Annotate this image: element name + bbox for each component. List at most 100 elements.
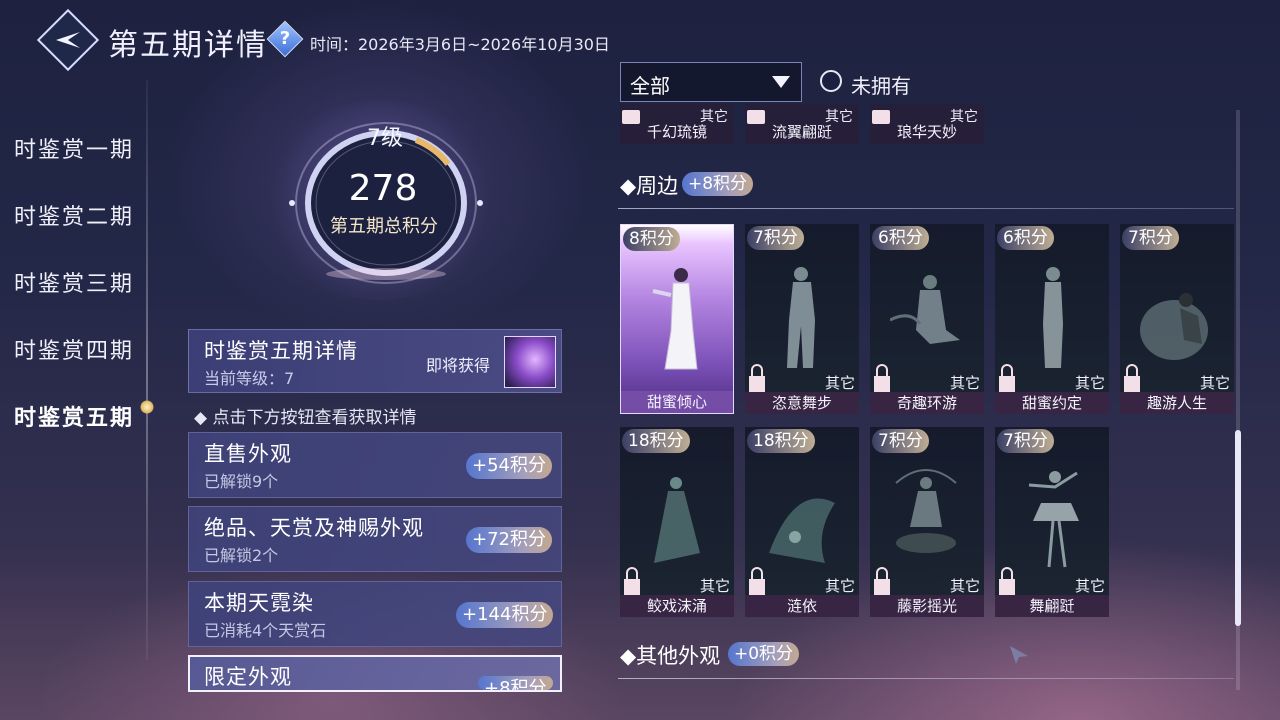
list-item[interactable]: 其它 流翼翩跹 bbox=[745, 104, 859, 144]
category-sub: 已解锁9个 bbox=[204, 472, 279, 491]
total-score: 278 bbox=[348, 168, 418, 209]
item-kind: 其它 bbox=[1074, 374, 1105, 392]
figure-icon bbox=[787, 267, 815, 368]
outfit-card[interactable]: 18积分 其它 涟依 bbox=[745, 427, 859, 617]
item-name: 流翼翩跹 bbox=[771, 123, 832, 141]
lock-icon bbox=[874, 567, 890, 595]
figure-icon bbox=[895, 469, 957, 553]
item-name: 千幻琉镜 bbox=[646, 123, 707, 141]
figure-icon bbox=[769, 498, 835, 563]
back-arrow-icon bbox=[56, 32, 80, 48]
section-divider bbox=[618, 678, 1234, 679]
outfit-name: 涟依 bbox=[745, 595, 859, 617]
points-badge: 7积分 bbox=[872, 429, 929, 453]
category-title: 绝品、天赏及神赐外观 bbox=[204, 516, 424, 540]
outfit-card[interactable]: 6积分 其它 奇趣环游 bbox=[870, 224, 984, 414]
category-points-badge: +72积分 bbox=[466, 527, 552, 553]
figure-icon bbox=[1043, 267, 1063, 368]
hint-text: ◆ 点击下方按钮查看获取详情 bbox=[194, 408, 417, 428]
figure-icon bbox=[1140, 293, 1208, 360]
not-owned-radio[interactable] bbox=[820, 70, 842, 92]
outfit-card[interactable]: 7积分 其它 舞翩跹 bbox=[995, 427, 1109, 617]
outfit-name: 趣游人生 bbox=[1120, 392, 1234, 414]
back-button[interactable] bbox=[36, 8, 100, 72]
section-points-badge: +8积分 bbox=[682, 172, 754, 196]
page-title: 第五期详情 bbox=[108, 28, 268, 63]
points-badge: 6积分 bbox=[997, 226, 1054, 250]
figure-icon bbox=[652, 268, 698, 370]
not-owned-label: 未拥有 bbox=[851, 74, 911, 98]
outfit-card[interactable]: 6积分 其它 甜蜜约定 bbox=[995, 224, 1109, 414]
help-glyph: ? bbox=[279, 28, 291, 49]
section-other-title: ◆其他外观 bbox=[620, 644, 721, 668]
category-sub: 已解锁2个 bbox=[204, 546, 279, 565]
item-kind: 其它 bbox=[1074, 577, 1105, 595]
outfit-name: 舞翩跹 bbox=[995, 595, 1109, 617]
outfit-name: 鲛戏沫涌 bbox=[620, 595, 734, 617]
points-badge: 7积分 bbox=[1122, 226, 1179, 250]
category-sub: 已消耗4个天赏石 bbox=[204, 621, 327, 640]
total-score-label: 第五期总积分 bbox=[330, 216, 438, 237]
lock-icon bbox=[749, 567, 765, 595]
current-level: 当前等级：7 bbox=[204, 369, 295, 388]
nav-item-period-5[interactable]: 时鉴赏五期 bbox=[14, 400, 134, 432]
figure-icon bbox=[1028, 471, 1079, 568]
lock-icon bbox=[874, 364, 890, 392]
section-title-text: 其他外观 bbox=[636, 644, 721, 668]
list-item[interactable]: 其它 千幻琉镜 bbox=[620, 104, 734, 144]
active-marker-icon bbox=[140, 400, 154, 414]
lock-icon bbox=[1124, 364, 1140, 392]
points-badge: 7积分 bbox=[997, 429, 1054, 453]
outfit-card[interactable]: 7积分 其它 趣游人生 bbox=[1120, 224, 1234, 414]
hint-label: 点击下方按钮查看获取详情 bbox=[212, 408, 417, 428]
section-divider bbox=[618, 208, 1234, 209]
item-kind: 其它 bbox=[949, 374, 980, 392]
figure-icon bbox=[890, 275, 960, 344]
lock-icon bbox=[749, 364, 765, 392]
lock-icon bbox=[999, 567, 1015, 595]
outfit-card[interactable]: 8积分 甜蜜倾心 bbox=[620, 224, 734, 414]
category-title: 直售外观 bbox=[204, 442, 292, 466]
outfit-name: 甜蜜倾心 bbox=[621, 391, 733, 413]
section-points-badge: +0积分 bbox=[728, 642, 800, 666]
lock-icon bbox=[624, 567, 640, 595]
list-item[interactable]: 其它 琅华天妙 bbox=[870, 104, 984, 144]
filter-selected: 全部 bbox=[630, 74, 670, 98]
cursor-icon bbox=[1010, 646, 1028, 664]
lock-icon bbox=[999, 364, 1015, 392]
category-title: 限定外观 bbox=[204, 665, 292, 689]
item-name: 琅华天妙 bbox=[896, 123, 957, 141]
section-periphery-title: ◆周边 bbox=[620, 174, 679, 198]
nav-item-period-3[interactable]: 时鉴赏三期 bbox=[14, 266, 134, 298]
outfit-card[interactable]: 7积分 其它 恣意舞步 bbox=[745, 224, 859, 414]
points-badge: 18积分 bbox=[622, 429, 690, 453]
points-badge: 18积分 bbox=[747, 429, 815, 453]
period-detail-title: 时鉴赏五期详情 bbox=[204, 339, 358, 363]
category-title: 本期天霓染 bbox=[204, 591, 314, 615]
points-badge: 8积分 bbox=[623, 227, 680, 251]
category-points-badge: +144积分 bbox=[456, 602, 554, 628]
item-kind: 其它 bbox=[824, 374, 855, 392]
outfit-name: 恣意舞步 bbox=[745, 392, 859, 414]
chevron-down-icon bbox=[772, 76, 790, 88]
level-text: 7级 bbox=[367, 126, 403, 151]
outfit-name: 奇趣环游 bbox=[870, 392, 984, 414]
item-kind: 其它 bbox=[824, 577, 855, 595]
outfit-list[interactable]: 其它 千幻琉镜 其它 流翼翩跹 其它 琅华天妙 ◆周边 +8积分 8积分 甜蜜倾… bbox=[618, 104, 1234, 690]
points-badge: 6积分 bbox=[872, 226, 929, 250]
nav-item-period-4[interactable]: 时鉴赏四期 bbox=[14, 333, 134, 365]
nav-divider bbox=[146, 80, 148, 660]
upcoming-reward-label: 即将获得 bbox=[426, 356, 491, 375]
figure-icon bbox=[654, 477, 700, 563]
nav-item-period-1[interactable]: 时鉴赏一期 bbox=[14, 132, 134, 164]
scrollbar-thumb[interactable] bbox=[1235, 430, 1241, 626]
outfit-name: 甜蜜约定 bbox=[995, 392, 1109, 414]
outfit-name: 藤影摇光 bbox=[870, 595, 984, 617]
points-badge: 7积分 bbox=[747, 226, 804, 250]
upcoming-reward-thumbnail[interactable] bbox=[504, 336, 556, 388]
category-points-badge: +8积分 bbox=[478, 676, 553, 690]
help-icon[interactable]: ? bbox=[266, 20, 304, 58]
outfit-card[interactable]: 18积分 其它 鲛戏沫涌 bbox=[620, 427, 734, 617]
nav-item-period-2[interactable]: 时鉴赏二期 bbox=[14, 199, 134, 231]
outfit-card[interactable]: 7积分 其它 藤影摇光 bbox=[870, 427, 984, 617]
